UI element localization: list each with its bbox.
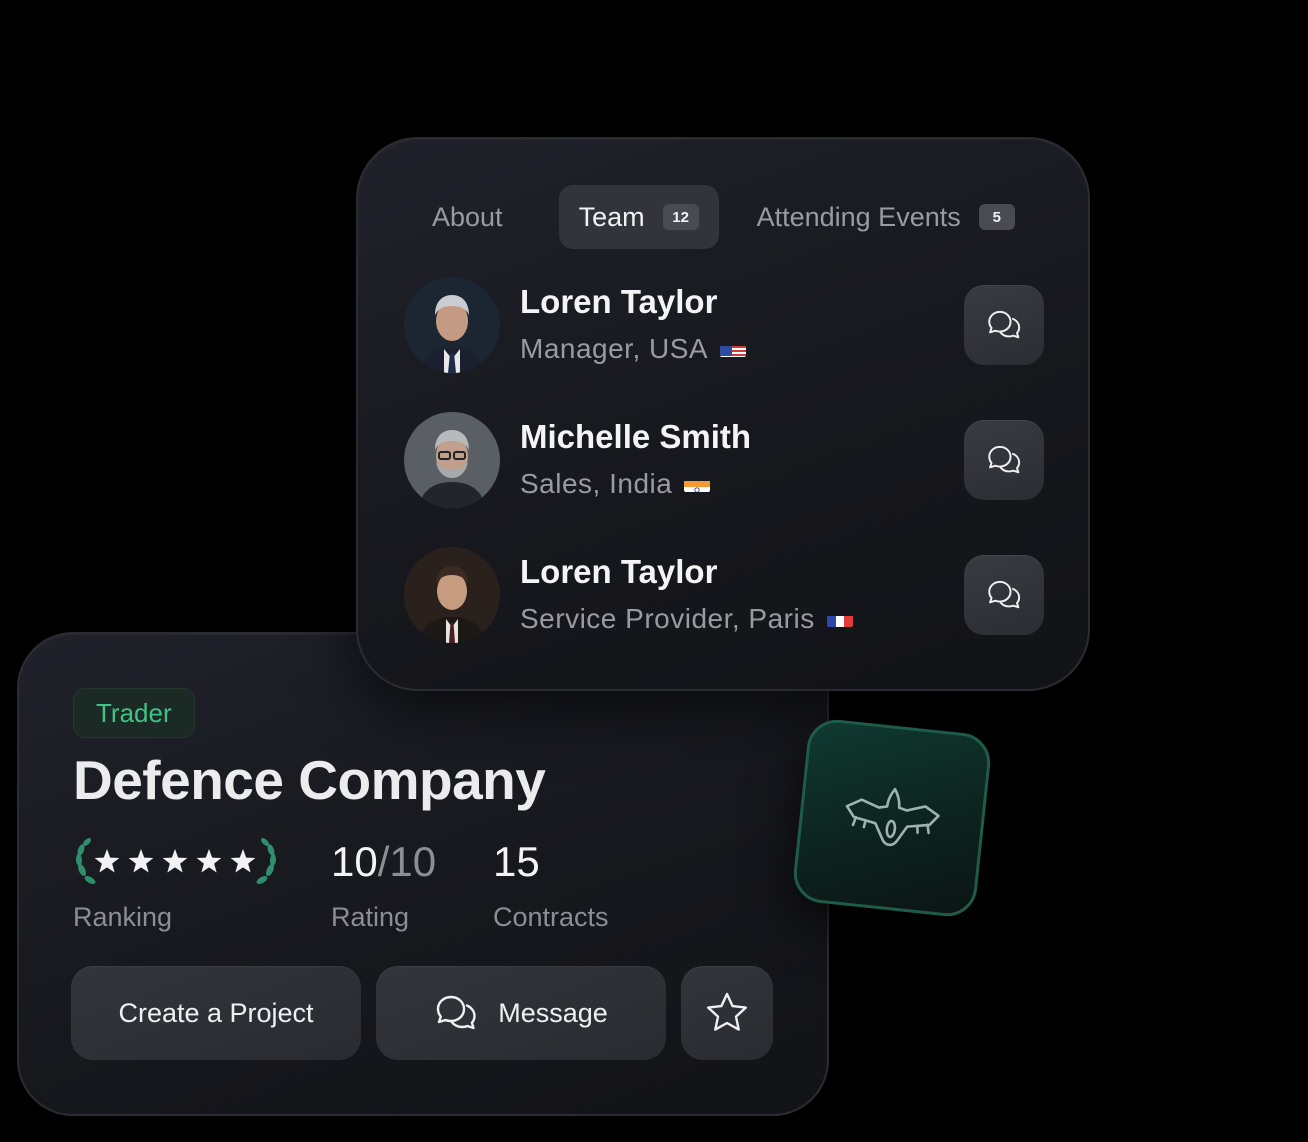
chat-bubbles-icon: [986, 442, 1022, 478]
star-icon: [196, 849, 222, 873]
member-role-text: Sales, India: [520, 468, 673, 499]
chat-bubbles-icon: [986, 577, 1022, 613]
trader-badge: Trader: [73, 688, 195, 738]
contracts-label: Contracts: [493, 902, 609, 932]
star-icon: [94, 849, 120, 873]
tab-bar: About Team 12 Attending Events 5: [412, 185, 1035, 249]
france-flag-icon: [826, 609, 853, 627]
ranking-stars: [73, 836, 279, 888]
chat-button[interactable]: [964, 420, 1044, 500]
message-button[interactable]: Message: [376, 966, 666, 1060]
message-label: Message: [498, 997, 608, 1028]
team-count-badge: 12: [662, 204, 699, 230]
plane-tile: [790, 716, 994, 920]
rating-max: 10: [389, 838, 437, 885]
member-name: Loren Taylor: [520, 553, 718, 590]
star-icon: [230, 849, 256, 873]
team-member-row[interactable]: Loren Taylor Service Provider, Paris: [404, 547, 1044, 645]
fighter-jet-icon: [839, 778, 946, 858]
events-count-badge: 5: [978, 204, 1015, 230]
member-role-text: Service Provider, Paris: [520, 603, 815, 634]
member-role: Service Provider, Paris: [520, 603, 853, 635]
member-role-text: Manager, USA: [520, 333, 709, 364]
avatar: [404, 412, 500, 508]
india-flag-icon: [684, 474, 711, 492]
tab-team-label: Team: [578, 201, 645, 232]
tab-about[interactable]: About: [412, 185, 523, 249]
company-name: Defence Company: [73, 749, 546, 811]
rating-stat: 10/10 Rating: [331, 836, 436, 933]
chat-bubbles-icon: [986, 307, 1022, 343]
chat-button[interactable]: [964, 555, 1044, 635]
member-name: Michelle Smith: [520, 418, 752, 455]
chat-bubbles-icon: [434, 991, 478, 1035]
team-member-row[interactable]: Loren Taylor Manager, USA: [404, 277, 1044, 375]
company-card: Trader Defence Company Ranking 10/10 Rat…: [17, 632, 829, 1116]
star-outline-icon: [704, 990, 750, 1036]
tab-team[interactable]: Team 12: [558, 185, 719, 249]
tab-events-label: Attending Events: [756, 201, 961, 232]
favorite-button[interactable]: [681, 966, 773, 1060]
avatar: [404, 277, 500, 373]
member-role: Sales, India: [520, 468, 711, 500]
team-member-row[interactable]: Michelle Smith Sales, India: [404, 412, 1044, 510]
member-name: Loren Taylor: [520, 283, 718, 320]
us-flag-icon: [720, 339, 747, 357]
member-role: Manager, USA: [520, 333, 747, 365]
contracts-stat: 15 Contracts: [493, 836, 609, 933]
create-project-label: Create a Project: [118, 997, 314, 1028]
rating-value: 10/10: [331, 836, 436, 888]
laurel-stars-icon: [75, 838, 277, 884]
chat-button[interactable]: [964, 285, 1044, 365]
rating-separator: /: [377, 838, 390, 885]
rating-label: Rating: [331, 902, 410, 932]
contracts-value: 15: [493, 838, 540, 885]
star-icon: [162, 849, 188, 873]
star-icon: [128, 849, 154, 873]
rating-score: 10: [331, 838, 378, 885]
team-card: About Team 12 Attending Events 5 Loren T…: [356, 137, 1090, 691]
ranking-label: Ranking: [73, 902, 173, 932]
ranking-stat: Ranking: [73, 836, 279, 933]
tab-about-label: About: [432, 201, 503, 232]
create-project-button[interactable]: Create a Project: [71, 966, 361, 1060]
tab-attending-events[interactable]: Attending Events 5: [747, 185, 1035, 249]
avatar: [404, 547, 500, 643]
